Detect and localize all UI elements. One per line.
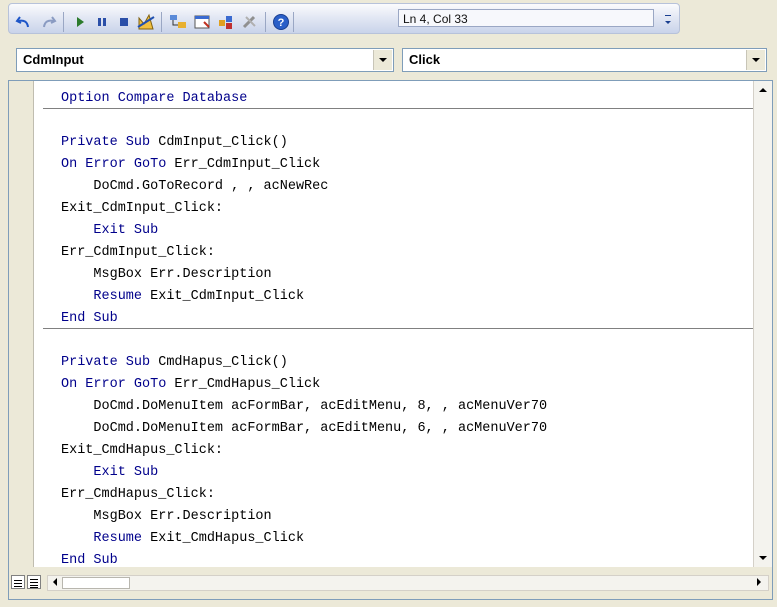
toolbox-icon[interactable] [239,11,261,33]
code-keyword: Exit Sub [61,223,159,238]
toolbar-separator [293,12,294,32]
code-text: MsgBox Err.Description [61,267,272,282]
code-line[interactable]: Exit_CdmInput_Click: [61,198,223,220]
svg-text:?: ? [278,17,285,29]
full-module-view-icon[interactable] [27,575,41,589]
code-text: Err_CmdHapus_Click [166,377,321,392]
horizontal-scrollbar[interactable] [47,575,769,591]
code-line[interactable]: Exit Sub [61,462,158,484]
code-keyword: Private Sub [61,355,151,370]
code-keyword: Resume [61,531,143,546]
toolbar-separator [161,12,162,32]
toolbar-separator [63,12,64,32]
code-text: MsgBox Err.Description [61,509,272,524]
code-line[interactable]: Private Sub CdmInput_Click() [61,132,288,154]
code-keyword: Private Sub [61,135,151,150]
chevron-down-icon [752,58,760,62]
scroll-left-icon[interactable] [48,575,62,589]
standard-toolbar: ? Ln 4, Col 33 [0,0,777,44]
help-icon[interactable]: ? [270,11,292,33]
code-text: Err_CdmInput_Click [166,157,321,172]
object-combo-value: CdmInput [23,52,84,67]
code-line[interactable]: Resume Exit_CmdHapus_Click [61,528,304,550]
code-line[interactable]: DoCmd.DoMenuItem acFormBar, acEditMenu, … [61,396,547,418]
code-line[interactable]: Resume Exit_CdmInput_Click [61,286,304,308]
code-keyword: On Error GoTo [61,157,167,172]
scroll-down-icon[interactable] [754,549,772,567]
run-icon[interactable] [69,11,91,33]
scroll-up-icon[interactable] [754,81,772,99]
code-keyword: Option Compare Database [61,91,248,106]
code-text: Exit_CdmInput_Click: [61,201,224,216]
code-line[interactable]: DoCmd.DoMenuItem acFormBar, acEditMenu, … [61,418,547,440]
code-keyword: End Sub [61,311,118,326]
project-explorer-icon[interactable] [167,11,189,33]
code-line[interactable]: MsgBox Err.Description [61,506,272,528]
code-line[interactable]: On Error GoTo Err_CmdHapus_Click [61,374,320,396]
code-line[interactable]: Err_CmdHapus_Click: [61,484,215,506]
code-keyword: On Error GoTo [61,377,167,392]
code-keyword: Resume [61,289,143,304]
code-text: Err_CmdHapus_Click: [61,487,215,502]
procedure-separator [43,328,755,329]
procedure-combo-dropdown-button[interactable] [746,50,765,70]
properties-icon[interactable] [191,11,213,33]
code-text: Exit_CdmInput_Click [142,289,305,304]
code-window: Option Compare Database Private Sub CdmIn… [8,80,773,600]
code-text: DoCmd.DoMenuItem acFormBar, acEditMenu, … [61,421,548,436]
object-combo-dropdown-button[interactable] [373,50,392,70]
stop-icon[interactable] [113,11,135,33]
code-line[interactable]: Err_CdmInput_Click: [61,242,215,264]
code-window-bottom-bar [9,567,772,599]
code-keyword: End Sub [61,553,118,567]
procedure-separator [43,108,755,109]
undo-icon[interactable] [13,11,35,33]
code-line[interactable]: MsgBox Err.Description [61,264,272,286]
code-line[interactable]: Private Sub CmdHapus_Click() [61,352,288,374]
toolbar-separator [265,12,266,32]
code-line[interactable]: DoCmd.GoToRecord , , acNewRec [61,176,328,198]
code-text: CmdHapus_Click() [150,355,288,370]
redo-icon[interactable] [37,11,59,33]
code-line[interactable]: On Error GoTo Err_CdmInput_Click [61,154,320,176]
chevron-down-icon [379,58,387,62]
scroll-right-icon[interactable] [752,575,766,589]
code-text: DoCmd.DoMenuItem acFormBar, acEditMenu, … [61,399,548,414]
cursor-position-readout: Ln 4, Col 33 [398,9,654,27]
code-text: Exit_CmdHapus_Click [142,531,305,546]
code-editor[interactable]: Option Compare Database Private Sub CdmIn… [33,81,755,567]
code-text: Exit_CmdHapus_Click: [61,443,224,458]
horizontal-scroll-thumb[interactable] [62,577,130,589]
code-keyword: Exit Sub [61,465,159,480]
code-text: DoCmd.GoToRecord , , acNewRec [61,179,329,194]
code-line[interactable]: Option Compare Database [61,88,247,110]
procedure-combo[interactable]: Click [402,48,767,72]
object-browser-icon[interactable] [215,11,237,33]
code-line[interactable]: End Sub [61,550,118,567]
object-combo[interactable]: CdmInput [16,48,394,72]
margin-indicator-bar[interactable] [9,81,34,567]
procedure-combo-value: Click [409,52,441,67]
pause-icon[interactable] [91,11,113,33]
toolbar-options-chevron-icon[interactable] [660,8,676,30]
code-line[interactable]: Exit_CmdHapus_Click: [61,440,223,462]
code-window-combo-row: CdmInput Click [8,48,773,76]
code-text: CdmInput_Click() [150,135,288,150]
code-text: Err_CdmInput_Click: [61,245,215,260]
design-mode-icon[interactable] [135,11,157,33]
vertical-scrollbar[interactable] [753,81,772,567]
code-line[interactable]: End Sub [61,308,118,330]
code-line[interactable]: Exit Sub [61,220,158,242]
procedure-view-icon[interactable] [11,575,25,589]
